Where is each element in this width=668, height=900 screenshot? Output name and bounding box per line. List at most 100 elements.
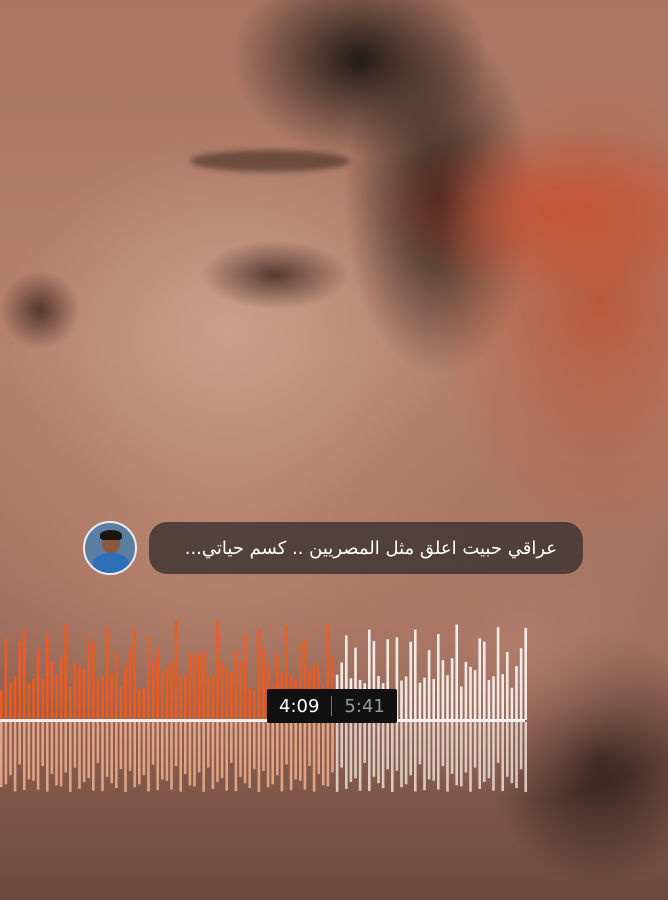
waveform-bar-reflection bbox=[55, 722, 58, 786]
waveform-bar-upper bbox=[409, 641, 412, 720]
waveform-bar-reflection bbox=[23, 722, 26, 791]
waveform-bar-reflection bbox=[151, 722, 155, 765]
waveform-bar-reflection bbox=[400, 722, 403, 788]
waveform-bar-reflection bbox=[4, 722, 8, 785]
waveform-bar-upper bbox=[460, 686, 463, 720]
waveform-bar-reflection bbox=[9, 722, 12, 776]
waveform-bar-upper bbox=[496, 627, 500, 720]
waveform-bar-upper bbox=[441, 660, 445, 720]
waveform-bar-upper bbox=[4, 638, 8, 720]
waveform-bar-reflection bbox=[257, 722, 261, 792]
waveform-bar-reflection bbox=[165, 722, 169, 781]
waveform-bar-reflection bbox=[174, 722, 178, 766]
waveform-bar-upper bbox=[510, 687, 514, 720]
waveform-bar-reflection bbox=[13, 722, 17, 792]
waveform-bar-reflection bbox=[308, 722, 311, 766]
waveform-bar-upper bbox=[262, 648, 265, 720]
waveform-bar-reflection bbox=[225, 722, 228, 791]
waveform-bar-reflection bbox=[418, 722, 422, 765]
waveform-bar-reflection bbox=[487, 722, 491, 779]
waveform-bar-upper bbox=[404, 676, 408, 720]
waveform-bar-reflection bbox=[326, 722, 330, 787]
waveform-bar-upper bbox=[450, 658, 454, 720]
waveform-bar-upper bbox=[119, 686, 123, 720]
waveform-bar-reflection bbox=[280, 722, 284, 792]
waveform-bar-reflection bbox=[450, 722, 454, 774]
waveform-bar-reflection bbox=[82, 722, 86, 783]
waveform-bar-reflection bbox=[147, 722, 150, 792]
waveform-bar-upper bbox=[197, 653, 201, 720]
waveform-bar-reflection bbox=[179, 722, 182, 792]
waveform-bar-upper bbox=[0, 690, 3, 720]
waveform-bar-reflection bbox=[193, 722, 196, 787]
waveform-bar-reflection bbox=[515, 722, 518, 789]
waveform-bar-reflection bbox=[414, 722, 417, 792]
waveform-bar-upper bbox=[193, 653, 196, 720]
waveform-bar-upper bbox=[161, 671, 164, 720]
waveform-bar-upper bbox=[473, 670, 477, 720]
waveform-bar-reflection bbox=[345, 722, 348, 789]
waveform-bar-upper bbox=[207, 675, 210, 720]
waveform-bar-upper bbox=[239, 661, 242, 720]
waveform-bar-reflection bbox=[276, 722, 279, 776]
waveform-bar-upper bbox=[188, 652, 192, 720]
waveform-bar-reflection bbox=[289, 722, 293, 791]
waveform-bar-reflection bbox=[248, 722, 251, 789]
waveform-bar-upper bbox=[211, 676, 215, 720]
waveform-bar-upper bbox=[110, 673, 113, 720]
waveform-bar-reflection bbox=[404, 722, 408, 785]
waveform-bar-reflection bbox=[427, 722, 431, 780]
waveform-bar-upper bbox=[128, 648, 132, 720]
waveform-bar-reflection bbox=[266, 722, 270, 788]
waveform-bar-reflection bbox=[105, 722, 109, 777]
waveform-bar-reflection bbox=[59, 722, 63, 787]
waveform-bar-reflection bbox=[202, 722, 205, 792]
waveform-bar-upper bbox=[432, 679, 435, 720]
waveform-bar-reflection bbox=[340, 722, 343, 768]
waveform-bar-upper bbox=[174, 620, 178, 720]
waveform-bar-reflection bbox=[87, 722, 90, 779]
waveform-bar-reflection bbox=[211, 722, 215, 789]
waveform-bar-reflection bbox=[188, 722, 192, 786]
waveform-bar-upper bbox=[418, 682, 422, 720]
waveform-bar-upper bbox=[483, 641, 486, 720]
waveform-bar-upper bbox=[234, 650, 238, 720]
waveform-bar-upper bbox=[179, 676, 182, 720]
waveform-bar-upper bbox=[64, 624, 67, 720]
waveform-bar-reflection bbox=[432, 722, 435, 781]
time-readout: 4:09 5:41 bbox=[267, 689, 397, 723]
avatar[interactable] bbox=[83, 521, 137, 575]
waveform-bar-reflection bbox=[372, 722, 376, 777]
waveform-bar-reflection bbox=[455, 722, 458, 786]
waveform-bar-upper bbox=[487, 680, 491, 720]
waveform-bar-reflection bbox=[69, 722, 72, 792]
waveform-bar-upper bbox=[82, 669, 86, 720]
waveform-bar-reflection bbox=[156, 722, 159, 791]
waveform-bar-upper bbox=[524, 627, 527, 720]
waveform-bar-reflection bbox=[354, 722, 357, 779]
waveform-bar-reflection bbox=[460, 722, 463, 787]
waveform-bar-reflection bbox=[299, 722, 302, 781]
waveform-bar-upper bbox=[225, 666, 228, 720]
waveform-bar-upper bbox=[156, 649, 159, 720]
waveform-bar-reflection bbox=[78, 722, 81, 789]
waveform-bar-upper bbox=[27, 682, 31, 720]
waveform-bar-reflection bbox=[170, 722, 173, 790]
waveform-bar-upper bbox=[220, 661, 224, 720]
waveform-bar-upper bbox=[414, 629, 417, 720]
waveform-bar-reflection bbox=[391, 722, 394, 792]
waveform-bar-upper bbox=[87, 638, 90, 720]
waveform-bar-upper bbox=[73, 663, 77, 720]
waveform-bar-upper bbox=[115, 653, 118, 720]
waveform-bar-reflection bbox=[115, 722, 118, 789]
waveform-bar-upper bbox=[216, 621, 219, 720]
waveform-bar-reflection bbox=[510, 722, 514, 784]
waveform-bar-upper bbox=[243, 635, 247, 720]
waveform-bar-upper bbox=[253, 689, 256, 720]
waveform-bar-reflection bbox=[294, 722, 297, 780]
waveform-bar-upper bbox=[478, 638, 481, 720]
eye-left bbox=[0, 270, 80, 350]
comment-text: عراقي حبيت اعلق مثل المصريين .. كسم حيات… bbox=[184, 537, 557, 559]
waveform-bar-reflection bbox=[483, 722, 486, 782]
waveform-bar-reflection bbox=[409, 722, 412, 776]
